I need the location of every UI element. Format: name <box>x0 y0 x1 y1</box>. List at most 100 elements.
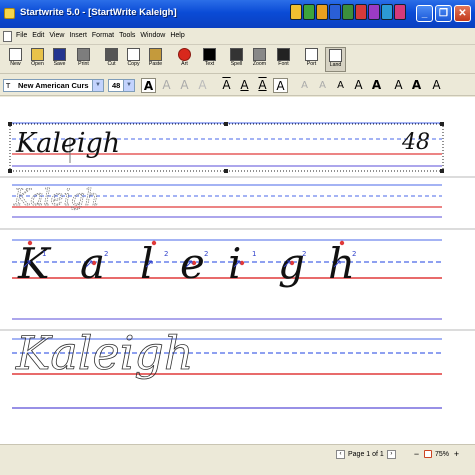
zoom-control: − 75% + <box>412 448 461 460</box>
toolbar-zoom-button[interactable]: Zoom <box>249 47 270 72</box>
toolbar-paste-button[interactable]: Paste <box>145 47 166 72</box>
zoom-level: 75% <box>435 450 450 458</box>
document-icon[interactable] <box>3 31 12 42</box>
style-option-button[interactable]: A <box>315 78 330 93</box>
toolbar-button-label: Cut <box>107 61 116 67</box>
tray-icon[interactable] <box>355 4 367 20</box>
toolbar-font-button[interactable]: Font <box>273 47 294 72</box>
toolbar-open-button[interactable]: Open <box>27 47 48 72</box>
toolbar-button-label: Spell <box>230 61 243 67</box>
font-size-value: 48 <box>112 81 121 90</box>
document-area[interactable]: Kaleigh 48 Kaleigh K1a2l2e2i1g2h2 Kaleig… <box>0 97 475 444</box>
selection-handle[interactable] <box>224 169 228 173</box>
letter-h-glyph: h <box>328 239 355 288</box>
worksheet-line-2[interactable]: Kaleigh <box>12 184 442 218</box>
tray-icon[interactable] <box>394 4 406 20</box>
spell-check-icon <box>230 48 243 61</box>
close-button[interactable]: ✕ <box>454 5 471 22</box>
menu-edit[interactable]: Edit <box>32 32 44 39</box>
prev-page-button[interactable]: ‹ <box>336 449 345 459</box>
stroke-number-label: 1 <box>252 250 256 258</box>
font-name-select[interactable]: T New American Curs ▼ <box>3 79 104 92</box>
selection-handle[interactable] <box>440 122 444 126</box>
style-option-button[interactable]: A <box>297 78 312 93</box>
toolbar-text-button[interactable]: Text <box>199 47 220 72</box>
style-option-button[interactable]: A <box>391 78 406 93</box>
chevron-down-icon[interactable]: ▼ <box>92 80 103 91</box>
stroke-number-label: 2 <box>352 250 356 258</box>
tray-icon[interactable] <box>342 4 354 20</box>
style-option-button[interactable]: A <box>369 78 384 93</box>
tray-icon[interactable] <box>381 4 393 20</box>
style-option-button[interactable]: A <box>429 78 444 93</box>
menu-insert[interactable]: Insert <box>69 32 87 39</box>
start-dot-icon <box>91 260 97 266</box>
style-option-button[interactable]: A <box>177 78 192 93</box>
font-size-select[interactable]: 48 ▼ <box>108 79 135 92</box>
toolbar-port-button[interactable]: Port <box>301 47 322 72</box>
worksheet-line-3[interactable]: K1 a2 l 2 e 2 i 1 g2 h2 <box>12 239 442 320</box>
toolbar-art-button[interactable]: Art <box>174 47 195 72</box>
minimize-button[interactable]: _ <box>416 5 433 22</box>
letter-k: K1 <box>17 239 52 288</box>
tray-icon[interactable] <box>316 4 328 20</box>
next-page-button[interactable]: › <box>386 449 396 459</box>
worksheet-line-4[interactable]: Kaleigh <box>12 326 442 409</box>
new-document-icon <box>9 48 22 61</box>
toolbar-cut-button[interactable]: Cut <box>101 47 122 72</box>
toolbar-print-button[interactable]: Print <box>73 47 94 72</box>
toolbar-button-label: Text <box>204 61 215 67</box>
tray-icon[interactable] <box>303 4 315 20</box>
selection-handle[interactable] <box>440 169 444 173</box>
worksheet-canvas[interactable]: Kaleigh 48 Kaleigh K1 a2 l 2 e 2 i 1 g2 h2 <box>0 97 475 444</box>
style-option-button[interactable]: A <box>273 78 288 93</box>
style-option-button[interactable]: A <box>237 78 252 93</box>
menu-window[interactable]: Window <box>140 32 165 39</box>
zoom-in-button[interactable]: + <box>452 449 461 459</box>
font-pen-icon <box>277 48 290 61</box>
style-option-button[interactable]: A <box>141 78 156 93</box>
page-indicator: Page 1 of 1 <box>348 450 384 458</box>
selection-handle[interactable] <box>8 169 12 173</box>
style-option-button[interactable]: A <box>195 78 210 93</box>
toolbar-spell-button[interactable]: Spell <box>226 47 247 72</box>
stroke-number-label: 1 <box>42 250 46 258</box>
selection-handle[interactable] <box>224 122 228 126</box>
taskbar-tray <box>290 4 406 24</box>
chevron-down-icon[interactable]: ▼ <box>123 80 134 91</box>
menu-format[interactable]: Format <box>92 32 114 39</box>
toolbar-land-button[interactable]: Land <box>325 47 346 72</box>
menu-view[interactable]: View <box>49 32 64 39</box>
toolbar-copy-button[interactable]: Copy <box>123 47 144 72</box>
zoom-out-button[interactable]: − <box>412 449 421 459</box>
menu-tools[interactable]: Tools <box>119 32 135 39</box>
printer-icon <box>77 48 90 61</box>
menu-file[interactable]: File <box>16 32 27 39</box>
letter-g: g2 <box>278 239 306 288</box>
style-option-button[interactable]: A <box>255 78 270 93</box>
startwrite-window: Startwrite 5.0 - [StartWrite Kaleigh] _ … <box>0 0 475 475</box>
stroke-number-label: 2 <box>302 250 306 258</box>
tray-icon[interactable] <box>368 4 380 20</box>
style-option-button[interactable]: A <box>219 78 234 93</box>
menu-help[interactable]: Help <box>170 32 184 39</box>
restore-button[interactable]: ❐ <box>435 5 452 22</box>
toolbar-button-label: Paste <box>148 61 163 67</box>
stroke-number-label: 2 <box>204 250 208 258</box>
window-title: Startwrite 5.0 - [StartWrite Kaleigh] <box>20 7 177 18</box>
tray-icon[interactable] <box>290 4 302 20</box>
style-option-button[interactable]: A <box>159 78 174 93</box>
style-option-button[interactable]: A <box>333 78 348 93</box>
toolbar-new-button[interactable]: New <box>5 47 26 72</box>
tray-icon[interactable] <box>329 4 341 20</box>
style-option-button[interactable]: A <box>351 78 366 93</box>
worksheet-line-1[interactable]: Kaleigh 48 <box>8 122 444 173</box>
style-option-button[interactable]: A <box>409 78 424 93</box>
toolbar-button-label: New <box>10 61 21 67</box>
toolbar-button-label: Art <box>181 61 188 67</box>
apple-art-icon <box>178 48 191 61</box>
selection-handle[interactable] <box>8 122 12 126</box>
toolbar-save-button[interactable]: Save <box>49 47 70 72</box>
magnifier-icon <box>253 48 266 61</box>
title-bar[interactable]: Startwrite 5.0 - [StartWrite Kaleigh] _ … <box>0 0 475 28</box>
